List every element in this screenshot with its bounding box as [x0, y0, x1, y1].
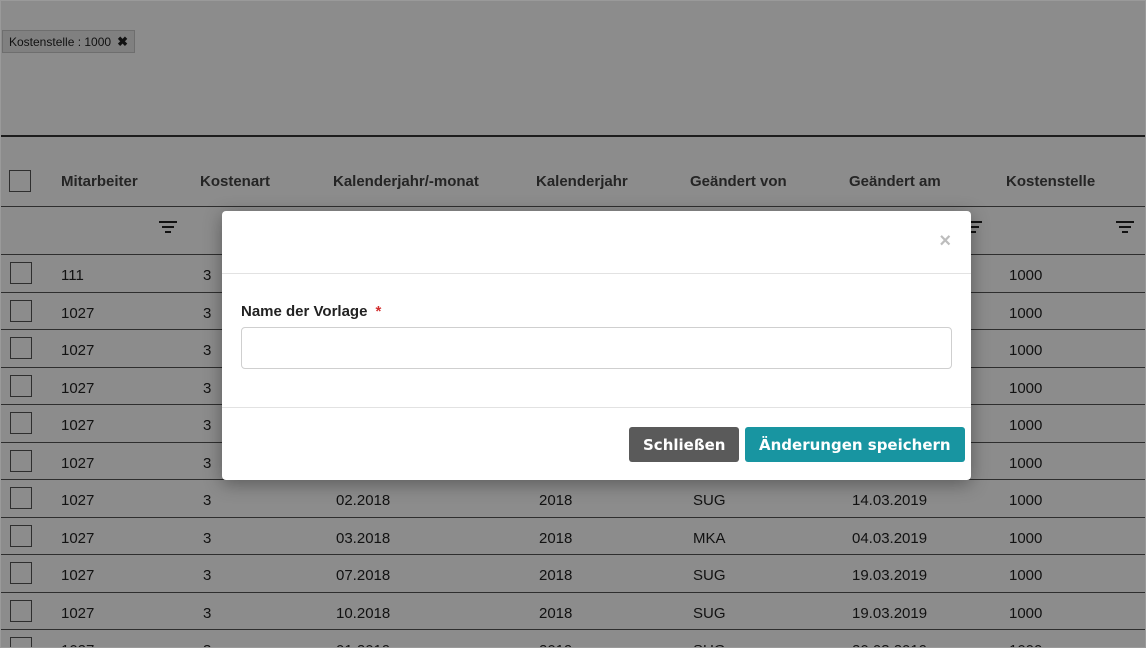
page: Kostenstelle : 1000 ✖ Mitarbeiter Kosten…: [0, 0, 1146, 648]
template-name-label: Name der Vorlage *: [241, 303, 381, 320]
close-button[interactable]: Schließen: [629, 427, 740, 462]
dialog-footer-divider: [222, 407, 971, 408]
save-changes-button[interactable]: Änderungen speichern: [745, 427, 965, 462]
save-template-dialog: × Name der Vorlage * Schließen Änderungen…: [222, 211, 971, 480]
template-name-label-text: Name der Vorlage: [241, 303, 368, 320]
template-name-input[interactable]: [241, 327, 952, 369]
required-marker: *: [375, 303, 382, 320]
dialog-header-divider: [222, 273, 971, 274]
close-icon[interactable]: ×: [939, 230, 951, 253]
